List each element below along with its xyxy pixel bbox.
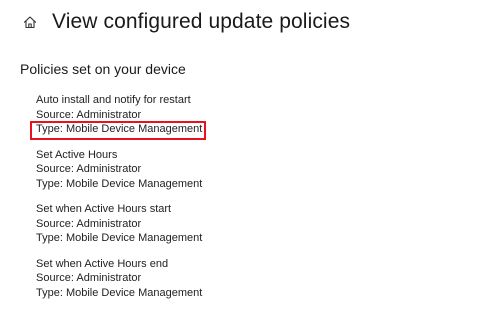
policy-type: Type: Mobile Device Management [36,177,203,190]
policy-name: Set when Active Hours end [36,257,169,270]
policy-name: Set Active Hours [36,148,118,161]
policy-name: Set when Active Hours start [36,203,172,215]
policy-source: Source: Administrator [36,108,142,121]
home-icon-glyph [23,16,37,29]
page-title: View configured update policies [52,10,351,33]
page-header: View configured update policies [22,8,350,36]
policy-item: Set when Active Hours start Source: Admi… [36,202,202,246]
policy-item: Set Active Hours Source: Administrator T… [36,148,202,192]
policy-source: Source: Administrator [36,272,142,284]
policy-type: Type: Mobile Device Management [36,232,203,244]
policy-source: Source: Administrator [36,163,142,175]
highlight-annotation-box [30,121,206,140]
home-icon[interactable] [22,14,38,30]
section-title: Policies set on your device [20,61,186,77]
policy-item: Set when Active Hours end Source: Admini… [36,257,202,301]
policy-name: Auto install and notify for restart [36,94,191,106]
policy-source: Source: Administrator [36,217,142,230]
